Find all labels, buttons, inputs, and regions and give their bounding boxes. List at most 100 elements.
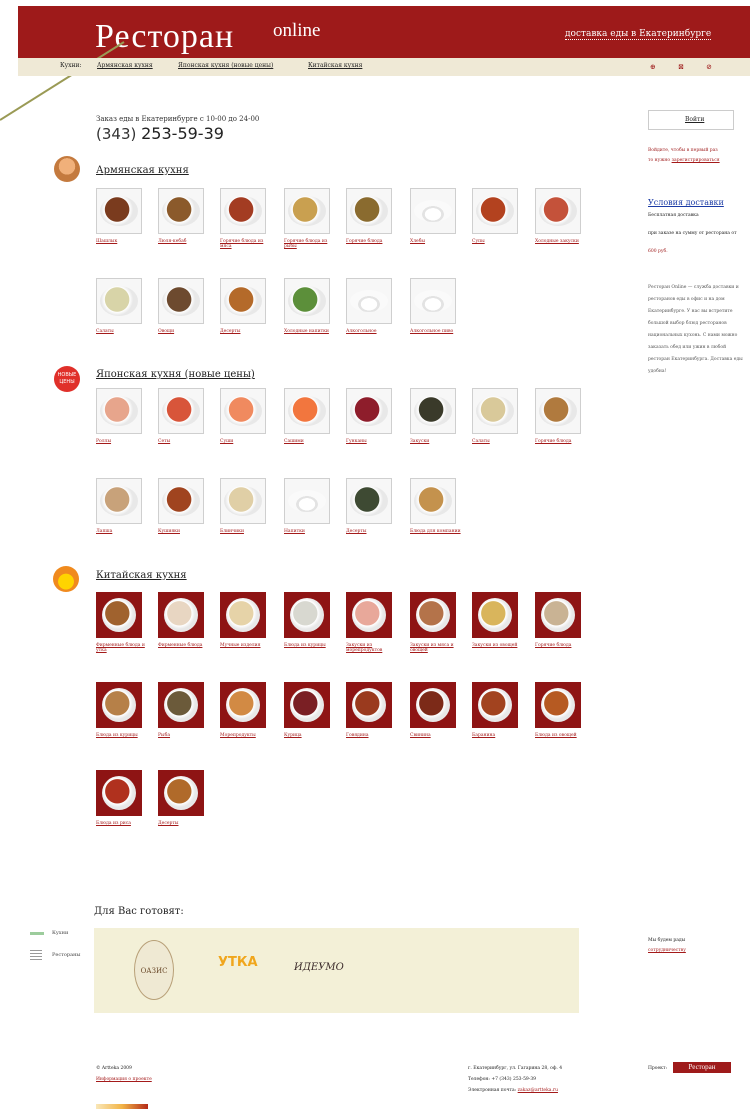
dish-thumbnail[interactable] <box>220 478 266 524</box>
dish-caption-link[interactable]: Суши <box>220 439 276 444</box>
dish-thumbnail[interactable] <box>158 592 204 638</box>
dish-thumbnail[interactable] <box>96 388 142 434</box>
dish-thumbnail[interactable] <box>535 188 581 234</box>
dish-item[interactable]: Десерты <box>346 478 402 534</box>
dish-item[interactable]: Горячие блюда <box>535 388 591 444</box>
delivery-conditions-link[interactable]: Условия доставки <box>648 198 724 207</box>
dish-item[interactable]: Закуски <box>410 388 466 444</box>
partner-oasis-logo[interactable]: ОАЗИС <box>134 940 174 1000</box>
dish-caption-link[interactable]: Говядина <box>346 733 402 738</box>
dish-thumbnail[interactable] <box>472 388 518 434</box>
dish-thumbnail[interactable] <box>96 278 142 324</box>
dish-item[interactable]: Хлебы <box>410 188 466 244</box>
about-project-link[interactable]: Информация о проекте <box>96 1075 152 1084</box>
dish-thumbnail[interactable] <box>472 188 518 234</box>
dish-item[interactable]: Десерты <box>220 278 276 334</box>
dish-thumbnail[interactable] <box>158 188 204 234</box>
section-title-chinese[interactable]: Китайская кухня <box>96 570 187 581</box>
dish-caption-link[interactable]: Холодные закуски <box>535 239 591 244</box>
dish-caption-link[interactable]: Блинчики <box>220 529 276 534</box>
dish-item[interactable]: Закуски из овощей <box>472 592 528 648</box>
dish-thumbnail[interactable] <box>410 388 456 434</box>
dish-item[interactable]: Горячие блюда <box>346 188 402 244</box>
dish-thumbnail[interactable] <box>158 478 204 524</box>
dish-caption-link[interactable]: Горячие блюда <box>535 643 591 648</box>
dish-caption-link[interactable]: Закуски из овощей <box>472 643 528 648</box>
section-title-armenian[interactable]: Армянская кухня <box>96 165 189 176</box>
dish-item[interactable]: Овощи <box>158 278 214 334</box>
dish-caption-link[interactable]: Горячие блюда <box>535 439 591 444</box>
dish-thumbnail[interactable] <box>284 682 330 728</box>
dish-caption-link[interactable]: Горячие блюда из мяса <box>220 239 276 249</box>
partner-utka-logo[interactable]: УТКА <box>218 955 258 970</box>
dish-thumbnail[interactable] <box>346 278 392 324</box>
dish-thumbnail[interactable] <box>346 188 392 234</box>
dish-thumbnail[interactable] <box>472 592 518 638</box>
dish-item[interactable]: Сашими <box>284 388 340 444</box>
dish-thumbnail[interactable] <box>96 770 142 816</box>
dish-item[interactable]: Салаты <box>472 388 528 444</box>
dish-caption-link[interactable]: Холодные напитки <box>284 329 340 334</box>
dish-item[interactable]: Свинина <box>410 682 466 738</box>
dish-caption-link[interactable]: Закуски из мяса и овощей <box>410 643 466 653</box>
dish-item[interactable]: Морепродукты <box>220 682 276 738</box>
dish-item[interactable]: Лапша <box>96 478 152 534</box>
dish-thumbnail[interactable] <box>220 388 266 434</box>
dish-thumbnail[interactable] <box>410 592 456 638</box>
dish-item[interactable]: Десерты <box>158 770 214 826</box>
dish-thumbnail[interactable] <box>158 278 204 324</box>
dish-item[interactable]: Закуски из морепродуктов <box>346 592 402 653</box>
dish-item[interactable]: Алкогольное пиво <box>410 278 466 334</box>
dish-caption-link[interactable]: Кушияки <box>158 529 214 534</box>
dish-caption-link[interactable]: Шашлык <box>96 239 152 244</box>
dish-item[interactable]: Горячие блюда из мяса <box>220 188 276 249</box>
dish-item[interactable]: Курица <box>284 682 340 738</box>
dish-thumbnail[interactable] <box>410 682 456 728</box>
dish-thumbnail[interactable] <box>535 388 581 434</box>
dish-caption-link[interactable]: Баранина <box>472 733 528 738</box>
dish-caption-link[interactable]: Овощи <box>158 329 214 334</box>
dish-item[interactable]: Фирменные блюда и утка <box>96 592 152 653</box>
dish-item[interactable]: Люля-кебаб <box>158 188 214 244</box>
dish-thumbnail[interactable] <box>96 478 142 524</box>
dish-item[interactable]: Мучные изделия <box>220 592 276 648</box>
dish-thumbnail[interactable] <box>284 592 330 638</box>
dish-item[interactable]: Говядина <box>346 682 402 738</box>
dish-thumbnail[interactable] <box>346 592 392 638</box>
dish-caption-link[interactable]: Сеты <box>158 439 214 444</box>
dish-caption-link[interactable]: Десерты <box>220 329 276 334</box>
dish-caption-link[interactable]: Блюда из овощей <box>535 733 591 738</box>
dish-caption-link[interactable]: Фирменные блюда <box>158 643 214 648</box>
dish-caption-link[interactable]: Алкогольное <box>346 329 402 334</box>
home-icon[interactable]: ⊕ <box>650 63 656 71</box>
dish-item[interactable]: Шашлык <box>96 188 152 244</box>
dish-item[interactable]: Горячие блюда из рыбы <box>284 188 340 249</box>
section-title-japanese[interactable]: Японская кухня (новые цены) <box>96 369 255 380</box>
dish-item[interactable]: Роллы <box>96 388 152 444</box>
dish-thumbnail[interactable] <box>346 682 392 728</box>
dish-thumbnail[interactable] <box>346 478 392 524</box>
dish-caption-link[interactable]: Напитки <box>284 529 340 534</box>
dish-caption-link[interactable]: Блюда из курицы <box>284 643 340 648</box>
login-button[interactable]: Войти <box>648 110 734 130</box>
dish-thumbnail[interactable] <box>535 592 581 638</box>
dish-caption-link[interactable]: Блюда из риса <box>96 821 152 826</box>
dish-item[interactable]: Блинчики <box>220 478 276 534</box>
dish-thumbnail[interactable] <box>158 682 204 728</box>
dish-item[interactable]: Блюда для компании <box>410 478 466 534</box>
dish-thumbnail[interactable] <box>220 682 266 728</box>
mail-icon[interactable]: ⊠ <box>678 63 684 71</box>
cooperation-link[interactable]: сотрудничеству <box>648 946 686 955</box>
register-link[interactable]: зарегистрироваться <box>672 158 720 163</box>
dish-caption-link[interactable]: Алкогольное пиво <box>410 329 466 334</box>
dish-caption-link[interactable]: Салаты <box>472 439 528 444</box>
dish-item[interactable]: Холодные закуски <box>535 188 591 244</box>
dish-caption-link[interactable]: Рыба <box>158 733 214 738</box>
dish-thumbnail[interactable] <box>284 388 330 434</box>
dish-caption-link[interactable]: Люля-кебаб <box>158 239 214 244</box>
dish-caption-link[interactable]: Сашими <box>284 439 340 444</box>
dish-caption-link[interactable]: Закуски из морепродуктов <box>346 643 402 653</box>
dish-thumbnail[interactable] <box>346 388 392 434</box>
dish-thumbnail[interactable] <box>284 188 330 234</box>
partner-ideumo-logo[interactable]: ИДЕУМО <box>294 962 344 973</box>
